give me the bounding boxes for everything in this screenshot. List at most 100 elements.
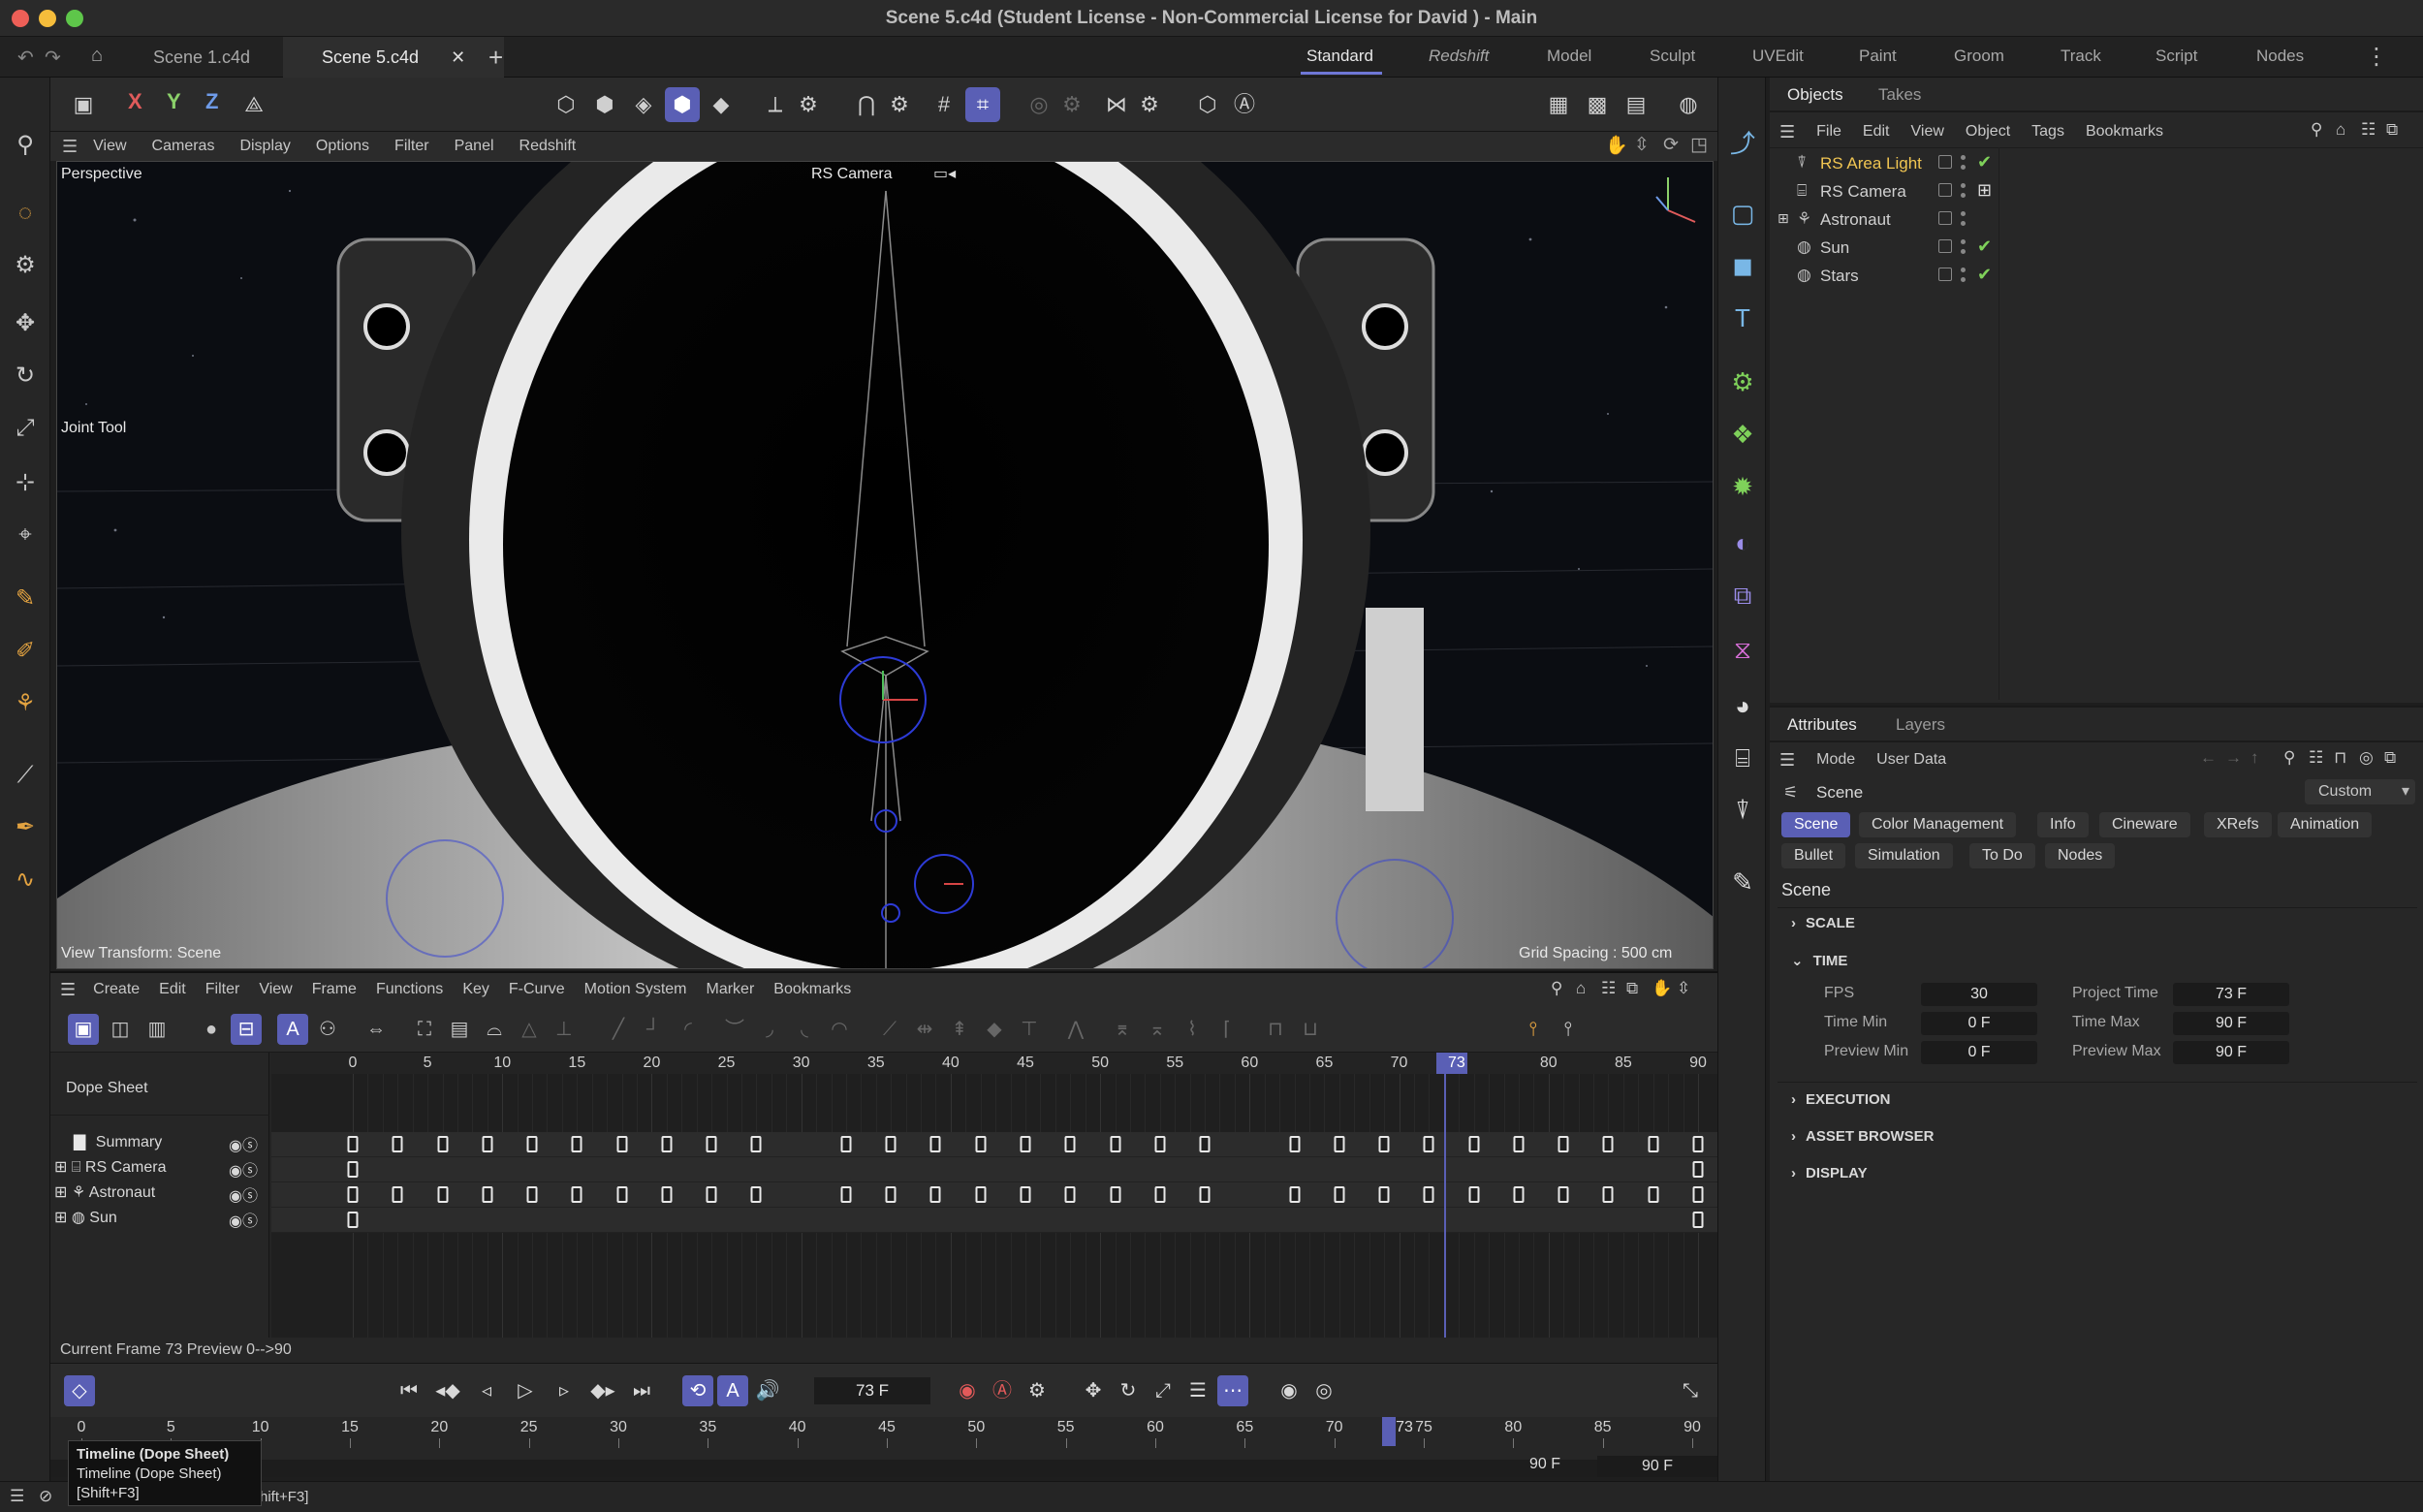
x-axis-lock[interactable]: X [128,89,142,114]
objects-menu-object[interactable]: Object [1966,123,2010,141]
workplane-icon[interactable]: ⌗ [965,87,1000,122]
animated-only-icon[interactable]: A [277,1014,308,1045]
placement-tool-icon[interactable]: ⌖ [8,518,43,552]
back-icon[interactable]: ← [2200,748,2217,768]
max-frame-field[interactable]: 90 F [1597,1456,1717,1477]
section-time[interactable]: ⌄ TIME [1791,952,1847,969]
keyframe[interactable] [392,1136,403,1152]
current-frame-field[interactable]: 73 F [814,1377,930,1404]
enabled-check-icon[interactable]: ✔ [1977,265,1992,285]
keyframe[interactable] [571,1136,582,1152]
snap-keys-icon[interactable]: ⊥ [549,1014,580,1045]
next-frame-icon[interactable]: ▹ [549,1375,580,1406]
previous-frame-icon[interactable]: ◃ [471,1375,502,1406]
object-row-rs-area-light[interactable]: ⍒ RS Area Light ✔ [1770,149,2423,177]
spline-pen-icon[interactable]: ✒ [8,810,43,845]
render-region-icon[interactable]: ▦ [1541,87,1576,122]
spline-sketch-icon[interactable]: ∿ [8,863,43,898]
go-to-start-icon[interactable]: ⏮ [393,1375,425,1406]
go-to-end-icon[interactable]: ⏭ [626,1375,657,1406]
key-reduction-icon[interactable]: ⌓ [479,1014,510,1045]
keyframe[interactable] [1110,1186,1121,1203]
keyframe[interactable] [1199,1136,1211,1152]
tab-layers[interactable]: Layers [1896,715,1945,735]
filter-icon[interactable]: ☷ [2361,120,2376,140]
clamp-icon[interactable]: ⌅ [1142,1014,1173,1045]
chip-nodes[interactable]: Nodes [2045,843,2116,868]
record-position-icon[interactable]: ✥ [1078,1375,1109,1406]
object-row-astronaut[interactable]: ⊞ ⚘ Astronaut [1770,205,2423,234]
play-icon[interactable]: ▷ [510,1375,541,1406]
symmetry-icon[interactable]: ⋈ [1099,87,1134,122]
objects-menu-view[interactable]: View [1911,123,1944,141]
keyframe[interactable] [1334,1186,1345,1203]
keyframe[interactable] [1692,1186,1704,1203]
hierarchy-icon[interactable]: ⊟ [231,1014,262,1045]
scale-tool-icon[interactable]: ⤢ [8,411,43,446]
camera-object-icon[interactable]: ⌸ [1725,740,1760,775]
more-options-icon[interactable]: ⋮ [2365,43,2388,71]
viewport-camera-label[interactable]: RS Camera [811,166,893,183]
points-mode-icon[interactable]: ⬡ [549,87,583,122]
chip-cineware[interactable]: Cineware [2099,812,2190,837]
zero-length-icon[interactable]: ◆ [979,1014,1010,1045]
maximize-view-icon[interactable]: ◳ [1690,134,1708,156]
3d-viewport[interactable]: Perspective RS Camera ▭◂ Joint Tool View… [56,161,1714,969]
layout-sculpt[interactable]: Sculpt [1650,47,1695,66]
project-time-field[interactable]: 73 F [2173,983,2289,1006]
ds-menu-bookmarks[interactable]: Bookmarks [773,981,851,998]
tab-takes[interactable]: Takes [1878,85,1921,105]
tab-attributes[interactable]: Attributes [1787,715,1857,735]
keyframe[interactable] [1154,1136,1166,1152]
objects-menu-file[interactable]: File [1816,123,1841,141]
keyframe[interactable] [347,1186,359,1203]
keyframe[interactable] [885,1136,897,1152]
visibility-toggle[interactable] [1938,155,1952,169]
layout-groom[interactable]: Groom [1954,47,2004,66]
mograph-cloner-icon[interactable]: ❖ [1725,417,1760,452]
render-settings-icon[interactable]: Ⓐ [1227,87,1262,122]
auto-tangent-icon[interactable]: ◠ [824,1014,855,1045]
unify-tangent-icon[interactable]: ⇹ [909,1014,940,1045]
keyframe[interactable] [1692,1212,1704,1228]
keyframe[interactable] [1602,1136,1614,1152]
dope-sheet-ruler[interactable] [271,1053,1717,1074]
track-sun[interactable]: ⊞ ◍ Sun ◉ⓢ [54,1208,267,1233]
home-icon[interactable]: ⌂ [2336,120,2345,140]
polygons-mode-icon[interactable]: ◈ [626,87,661,122]
attributes-hamburger-icon[interactable]: ☰ [1779,750,1795,771]
zero-angle-icon[interactable]: ⊤ [1014,1014,1045,1045]
autokey-icon[interactable]: Ⓐ [987,1375,1018,1406]
spline-rectangle-icon[interactable]: ▢ [1725,196,1760,231]
keyframe[interactable] [392,1186,403,1203]
keyframe[interactable] [347,1161,359,1178]
status-menu-icon[interactable]: ☰ [10,1487,24,1506]
objects-hamburger-icon[interactable]: ☰ [1779,122,1795,142]
redshift-ipr-icon[interactable]: ◍ [1671,87,1706,122]
layout-model[interactable]: Model [1547,47,1591,66]
soft-selection-settings-icon[interactable]: ⚙ [1054,87,1089,122]
timeline-zoom-icon[interactable]: ⤡ [1675,1375,1706,1406]
cube-icon[interactable]: ◼ [1725,248,1760,283]
render-dots[interactable] [1960,181,1967,201]
scene-environment-icon[interactable]: ◕ [1725,688,1760,723]
chip-simulation[interactable]: Simulation [1855,843,1953,868]
chip-to-do[interactable]: To Do [1969,843,2035,868]
keyframe[interactable] [661,1186,673,1203]
step-interp-icon[interactable]: ┘ [638,1014,669,1045]
keyframe[interactable] [1648,1186,1659,1203]
layout-uvedit[interactable]: UVEdit [1752,47,1804,66]
marker-icon[interactable]: ⫯ [1518,1014,1549,1045]
sound-icon[interactable]: 🔊 [752,1375,783,1406]
ease-in-out-icon[interactable]: ︶ [719,1014,750,1045]
filter-icon[interactable]: ☷ [2309,748,2323,768]
move-view-icon[interactable]: ⇳ [1634,134,1650,156]
dope-sheet-grid[interactable]: 0 5 10 15 20 25 30 35 40 45 50 55 60 65 70 80 85 90 73 [271,1053,1717,1343]
linear-interp-icon[interactable]: ╱ [603,1014,634,1045]
soft-selection-icon[interactable]: ◎ [1022,87,1056,122]
visibility-toggle[interactable] [1938,211,1952,225]
section-execution[interactable]: › EXECUTION [1791,1091,1891,1108]
expand-icon[interactable]: ⊞ [54,1159,67,1176]
record-point-level-icon[interactable]: ⋯ [1217,1375,1248,1406]
keyframe[interactable] [1110,1136,1121,1152]
